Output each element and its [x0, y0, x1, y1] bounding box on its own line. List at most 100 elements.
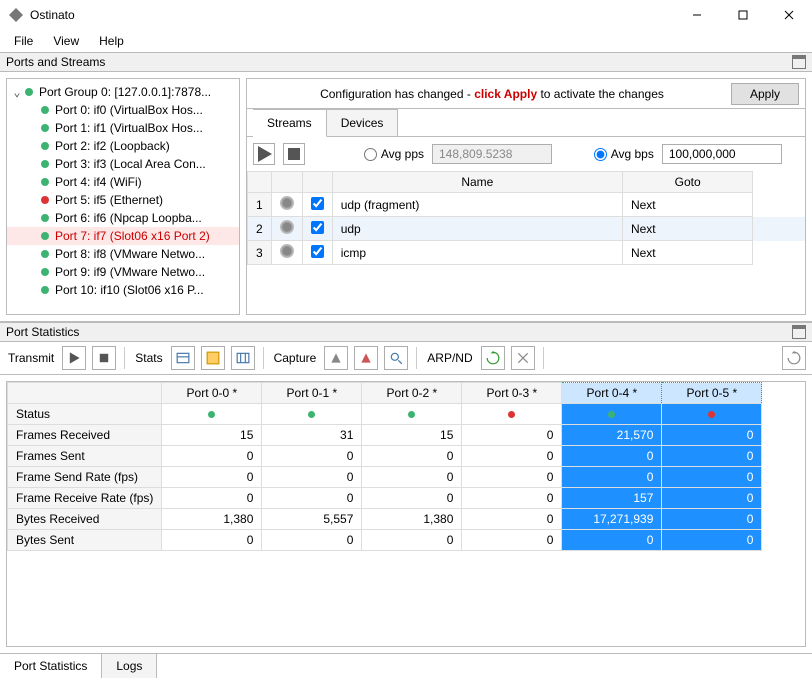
stats-cell: 0 [362, 446, 462, 467]
avg-pps-radio[interactable]: Avg pps [364, 147, 424, 161]
port-tree-item[interactable]: Port 9: if9 (VMware Netwo... [7, 263, 239, 281]
avg-bps-input[interactable] [662, 144, 782, 164]
stats-cell: 0 [462, 530, 562, 551]
stats-row-header: Frames Received [8, 425, 162, 446]
stream-enable-checkbox[interactable] [302, 241, 332, 265]
stream-table[interactable]: NameGoto1udp (fragment)Next2udpNext3icmp… [246, 171, 806, 315]
stream-name[interactable]: udp [332, 217, 622, 241]
row-index: 1 [248, 193, 272, 217]
detach-icon[interactable] [792, 55, 806, 69]
stats-cell: 0 [362, 488, 462, 509]
start-tx-icon[interactable] [253, 143, 275, 165]
apply-button[interactable]: Apply [731, 83, 799, 105]
gear-icon[interactable] [271, 217, 302, 241]
stream-row[interactable]: 3icmpNext [248, 241, 805, 265]
stats-clear-all-button[interactable] [201, 346, 225, 370]
stream-goto[interactable]: Next [622, 241, 752, 265]
port-stats-label: Port Statistics [6, 325, 79, 339]
app-icon [8, 7, 24, 23]
window-maximize-button[interactable] [720, 0, 766, 30]
stats-col-header[interactable]: Port 0-4 * [562, 383, 662, 404]
status-dot [41, 268, 49, 276]
gear-icon[interactable] [271, 193, 302, 217]
stats-cell: 0 [662, 467, 762, 488]
stats-cell: 0 [162, 488, 262, 509]
window-close-button[interactable] [766, 0, 812, 30]
status-dot [41, 124, 49, 132]
port-label: Port 9: if9 (VMware Netwo... [55, 265, 205, 279]
capture-view-button[interactable] [384, 346, 408, 370]
stream-goto[interactable]: Next [622, 193, 752, 217]
stop-tx-icon[interactable] [283, 143, 305, 165]
port-stats-panel-title: Port Statistics [0, 322, 812, 342]
bottom-tab-port-stats[interactable]: Port Statistics [0, 654, 102, 678]
port-tree-item[interactable]: Port 3: if3 (Local Area Con... [7, 155, 239, 173]
tab-streams[interactable]: Streams [253, 109, 327, 137]
stats-cell: 0 [462, 488, 562, 509]
detach-icon[interactable] [792, 325, 806, 339]
port-tree-item[interactable]: Port 6: if6 (Npcap Loopba... [7, 209, 239, 227]
port-group-label: Port Group 0: [127.0.0.1]:7878... [39, 85, 211, 99]
stream-enable-checkbox[interactable] [302, 217, 332, 241]
bottom-tab-logs[interactable]: Logs [102, 654, 157, 678]
config-msg-emph: click Apply [474, 87, 537, 101]
ports-streams-label: Ports and Streams [6, 55, 105, 69]
stats-table-scroll[interactable]: Port 0-0 *Port 0-1 *Port 0-2 *Port 0-3 *… [6, 381, 806, 647]
stats-col-header[interactable]: Port 0-3 * [462, 383, 562, 404]
status-dot [41, 232, 49, 240]
port-tree-item[interactable]: Port 7: if7 (Slot06 x16 Port 2) [7, 227, 239, 245]
stats-cols-button[interactable] [231, 346, 255, 370]
stats-col-header[interactable]: Port 0-2 * [362, 383, 462, 404]
transmit-start-button[interactable] [62, 346, 86, 370]
stats-toolbar: Transmit Stats Capture ARP/ND [0, 342, 812, 375]
stats-cell: 17,271,939 [562, 509, 662, 530]
gear-icon[interactable] [271, 241, 302, 265]
port-tree-item[interactable]: Port 10: if10 (Slot06 x16 P... [7, 281, 239, 299]
stream-row[interactable]: 1 udp (fragment)Next [248, 193, 805, 217]
port-tree-item[interactable]: Port 2: if2 (Loopback) [7, 137, 239, 155]
stream-row[interactable]: 2udpNext [248, 217, 805, 241]
port-label: Port 2: if2 (Loopback) [55, 139, 170, 153]
avg-pps-input [432, 144, 552, 164]
stream-name[interactable]: icmp [332, 241, 622, 265]
collapse-icon[interactable]: ⌄ [11, 85, 23, 99]
port-tree-item[interactable]: Port 5: if5 (Ethernet) [7, 191, 239, 209]
stats-row-header: Bytes Received [8, 509, 162, 530]
stats-cell: 31 [262, 425, 362, 446]
stats-col-header[interactable]: Port 0-0 * [162, 383, 262, 404]
stats-row-header: Frames Sent [8, 446, 162, 467]
menu-view[interactable]: View [45, 32, 87, 50]
menu-file[interactable]: File [6, 32, 41, 50]
port-tree-item[interactable]: Port 0: if0 (VirtualBox Hos... [7, 101, 239, 119]
stats-cell: 0 [162, 467, 262, 488]
port-group-row[interactable]: ⌄ Port Group 0: [127.0.0.1]:7878... [7, 83, 239, 101]
stats-row-header: Status [8, 404, 162, 425]
status-dot [25, 88, 33, 96]
stats-clear-button[interactable] [171, 346, 195, 370]
stream-enable-checkbox[interactable] [302, 193, 332, 217]
refresh-button[interactable] [782, 346, 806, 370]
status-cell [162, 404, 262, 425]
status-cell [462, 404, 562, 425]
status-dot [41, 142, 49, 150]
stats-cell: 0 [362, 467, 462, 488]
tab-devices[interactable]: Devices [327, 109, 399, 137]
transmit-stop-button[interactable] [92, 346, 116, 370]
stats-col-header[interactable]: Port 0-5 * [662, 383, 762, 404]
stats-col-header[interactable]: Port 0-1 * [262, 383, 362, 404]
capture-stop-button[interactable] [354, 346, 378, 370]
port-tree-item[interactable]: Port 1: if1 (VirtualBox Hos... [7, 119, 239, 137]
capture-start-button[interactable] [324, 346, 348, 370]
arp-resolve-button[interactable] [481, 346, 505, 370]
stream-name[interactable]: udp (fragment) [332, 193, 622, 217]
port-tree-item[interactable]: Port 4: if4 (WiFi) [7, 173, 239, 191]
avg-bps-label: Avg bps [611, 147, 654, 161]
arp-clear-button[interactable] [511, 346, 535, 370]
port-label: Port 5: if5 (Ethernet) [55, 193, 163, 207]
window-minimize-button[interactable] [674, 0, 720, 30]
stream-goto[interactable]: Next [622, 217, 752, 241]
avg-bps-radio[interactable]: Avg bps [594, 147, 654, 161]
port-tree-item[interactable]: Port 8: if8 (VMware Netwo... [7, 245, 239, 263]
menu-help[interactable]: Help [91, 32, 132, 50]
transmit-label: Transmit [6, 351, 56, 365]
